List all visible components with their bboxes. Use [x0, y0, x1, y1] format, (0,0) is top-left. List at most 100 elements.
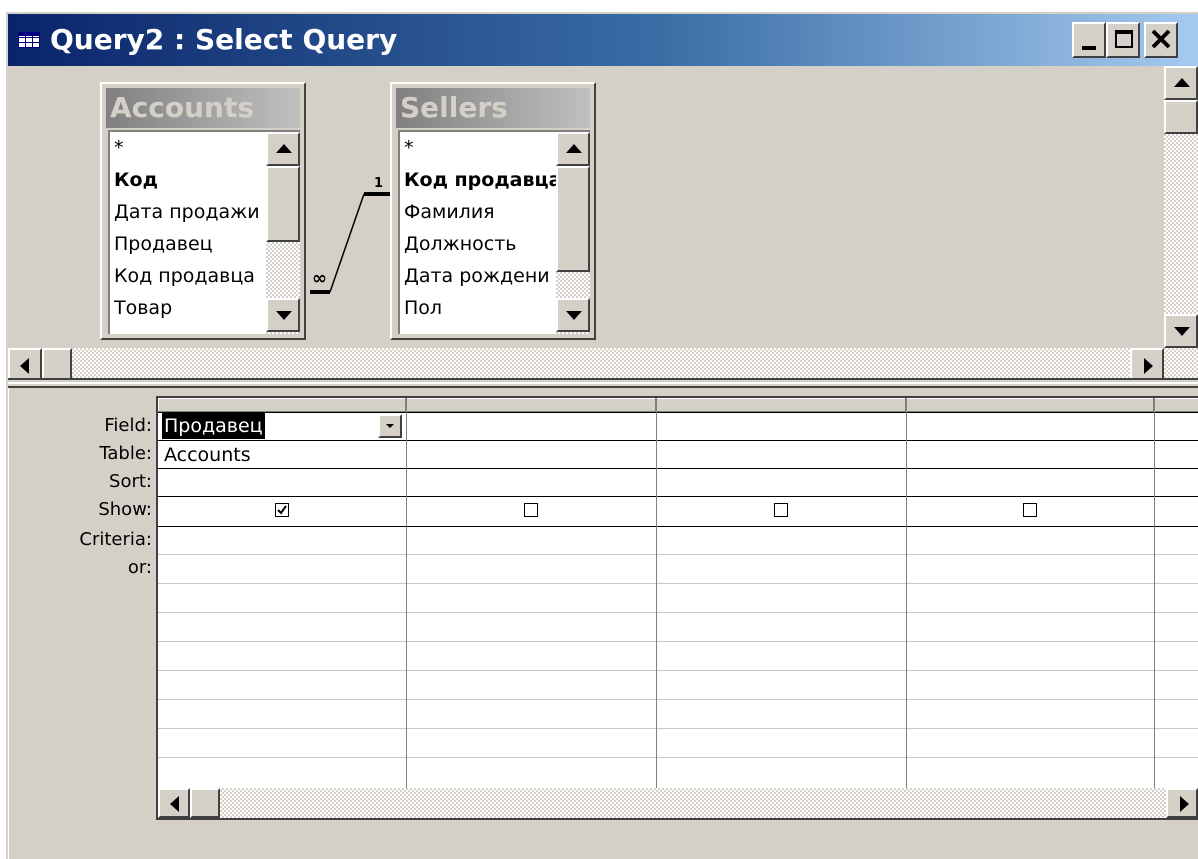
- scroll-thumb[interactable]: [42, 348, 72, 382]
- minimize-icon: [1082, 46, 1096, 50]
- grid-line: [158, 757, 1198, 758]
- arrow-up-icon: [276, 144, 292, 153]
- checkmark-icon: [277, 505, 287, 515]
- scroll-down-button[interactable]: [266, 298, 300, 332]
- close-button[interactable]: [1144, 22, 1178, 58]
- field-item[interactable]: Код: [114, 164, 158, 196]
- row-label-show: Show:: [98, 499, 152, 520]
- relationship-one-label: 1: [374, 176, 384, 191]
- show-checkbox[interactable]: [524, 503, 538, 517]
- column-selector[interactable]: [906, 398, 1154, 412]
- row-label-field: Field:: [104, 415, 152, 436]
- scroll-down-button[interactable]: [556, 298, 590, 332]
- row-label-criteria: Criteria:: [79, 529, 152, 550]
- column-selector[interactable]: [1154, 398, 1198, 412]
- field-item[interactable]: Пол: [404, 292, 442, 324]
- grid-line: [158, 583, 1198, 584]
- scroll-right-button[interactable]: [1166, 788, 1198, 818]
- show-checkbox[interactable]: [275, 503, 289, 517]
- scroll-left-button[interactable]: [158, 788, 190, 818]
- row-label-table: Table:: [99, 443, 152, 464]
- field-item[interactable]: Должность: [404, 228, 517, 260]
- grid-line: [158, 728, 1198, 729]
- grid-line: [158, 440, 1198, 441]
- scroll-right-button[interactable]: [1130, 348, 1164, 382]
- table-cell-value[interactable]: Accounts: [164, 441, 251, 469]
- column-selector[interactable]: [656, 398, 906, 412]
- maximize-icon: [1115, 30, 1133, 48]
- arrow-up-icon: [566, 144, 582, 153]
- arrow-down-icon: [566, 311, 582, 320]
- close-icon: [1151, 29, 1171, 49]
- field-item[interactable]: *: [114, 132, 124, 164]
- grid-line: [1154, 398, 1155, 788]
- grid-horizontal-scrollbar[interactable]: [158, 788, 1198, 818]
- grid-line: [158, 412, 1198, 413]
- grid-line: [158, 526, 1198, 527]
- field-item[interactable]: *: [404, 132, 414, 164]
- title-bar[interactable]: Query2 : Select Query: [8, 14, 1198, 66]
- grid-line: [158, 496, 1198, 497]
- scroll-thumb[interactable]: [556, 166, 590, 272]
- pane-splitter[interactable]: [8, 378, 1198, 388]
- scroll-thumb[interactable]: [190, 788, 220, 818]
- table-sellers-field-list: * Код продавца Фамилия Должность Дата ро…: [398, 130, 590, 334]
- field-item[interactable]: Фамилия: [404, 196, 495, 228]
- scroll-down-button[interactable]: [1164, 314, 1198, 348]
- scroll-up-button[interactable]: [556, 132, 590, 166]
- field-list-scrollbar[interactable]: [556, 132, 590, 334]
- arrow-up-icon: [1174, 78, 1190, 87]
- grid-line: [158, 554, 1198, 555]
- arrow-down-icon: [1174, 327, 1190, 336]
- grid-line: [906, 398, 907, 788]
- maximize-button[interactable]: [1106, 22, 1140, 58]
- field-item[interactable]: Дата продажи: [114, 196, 260, 228]
- scroll-up-button[interactable]: [266, 132, 300, 166]
- query-design-grid: Продавец Accounts: [156, 396, 1198, 820]
- table-sellers-title[interactable]: Sellers: [396, 88, 590, 128]
- scroll-left-button[interactable]: [8, 348, 42, 382]
- column-selector[interactable]: [406, 398, 656, 412]
- minimize-button[interactable]: [1072, 22, 1106, 58]
- grid-line: [158, 468, 1198, 469]
- grid-line: [656, 398, 657, 788]
- grid-line: [158, 641, 1198, 642]
- arrow-right-icon: [1144, 358, 1153, 374]
- query-window: Query2 : Select Query Accounts * Код Дат…: [6, 12, 1198, 859]
- field-item[interactable]: Код продавца: [404, 164, 561, 196]
- table-pane: Accounts * Код Дата продажи Продавец Код…: [8, 66, 1198, 382]
- scroll-thumb[interactable]: [1164, 100, 1198, 134]
- field-item[interactable]: Продавец: [114, 228, 213, 260]
- scroll-up-button[interactable]: [1164, 66, 1198, 100]
- arrow-down-icon: [276, 311, 292, 320]
- relationship-many-label: ∞: [312, 268, 327, 289]
- table-pane-horizontal-scrollbar[interactable]: [8, 348, 1198, 382]
- grid-line: [158, 612, 1198, 613]
- table-accounts[interactable]: Accounts * Код Дата продажи Продавец Код…: [100, 82, 306, 340]
- field-list-scrollbar[interactable]: [266, 132, 300, 334]
- grid-line: [158, 670, 1198, 671]
- field-item[interactable]: Дата рождени: [404, 260, 550, 292]
- table-pane-vertical-scrollbar[interactable]: [1164, 66, 1198, 348]
- field-item[interactable]: Товар: [114, 292, 172, 324]
- show-checkbox[interactable]: [774, 503, 788, 517]
- row-label-or: or:: [127, 557, 152, 578]
- arrow-left-icon: [170, 796, 179, 812]
- show-checkbox[interactable]: [1023, 503, 1037, 517]
- field-cell-value[interactable]: Продавец: [162, 413, 265, 439]
- arrow-right-icon: [1180, 796, 1189, 812]
- column-selector[interactable]: [158, 398, 406, 412]
- chevron-down-icon: [386, 424, 394, 428]
- table-accounts-field-list: * Код Дата продажи Продавец Код продавца…: [108, 130, 300, 334]
- table-sellers[interactable]: Sellers * Код продавца Фамилия Должность…: [390, 82, 596, 340]
- table-accounts-title[interactable]: Accounts: [106, 88, 300, 128]
- grid-line: [158, 699, 1198, 700]
- arrow-left-icon: [20, 358, 29, 374]
- row-label-sort: Sort:: [109, 471, 152, 492]
- window-title: Query2 : Select Query: [50, 23, 398, 56]
- query-icon: [18, 32, 40, 48]
- field-dropdown-button[interactable]: [378, 414, 402, 438]
- field-item[interactable]: Код продавца: [114, 260, 255, 292]
- scroll-thumb[interactable]: [266, 166, 300, 242]
- grid-line: [406, 398, 407, 788]
